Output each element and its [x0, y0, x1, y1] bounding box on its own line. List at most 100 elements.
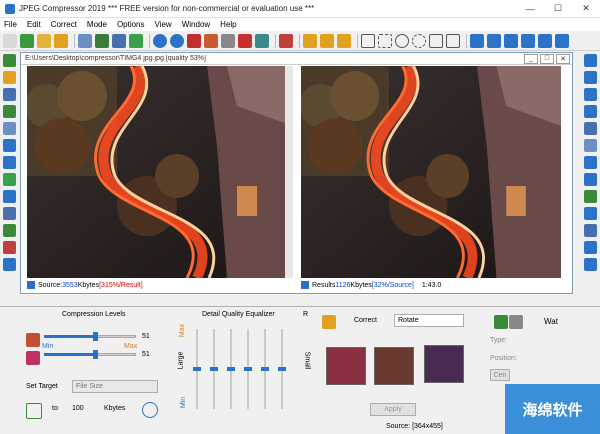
eye-icon[interactable]	[255, 33, 269, 48]
layout-5-icon[interactable]	[538, 33, 552, 48]
layout-4-icon[interactable]	[521, 33, 535, 48]
preview-thumb-1[interactable]	[326, 347, 366, 385]
maximize-button[interactable]: ☐	[544, 0, 572, 18]
preview-thumb-3[interactable]	[424, 345, 464, 383]
compression-value-2[interactable]: 51	[142, 351, 150, 358]
tool-7-icon[interactable]	[3, 156, 16, 169]
menu-edit[interactable]: Edit	[27, 20, 41, 29]
rtool-13-icon[interactable]	[584, 258, 597, 271]
new-icon[interactable]	[3, 33, 17, 48]
tool-13-icon[interactable]	[3, 258, 16, 271]
resize-icon[interactable]	[204, 33, 218, 48]
frame-icon[interactable]	[446, 33, 460, 48]
target-value[interactable]: 100	[72, 405, 84, 412]
layout-6-icon[interactable]	[555, 33, 569, 48]
source-unit: Kbytes	[77, 281, 100, 289]
watermark-settings-icon[interactable]	[509, 315, 523, 329]
batch-icon[interactable]	[112, 33, 126, 48]
layout-2-icon[interactable]	[487, 33, 501, 48]
target-icon[interactable]	[26, 403, 42, 419]
tool-2-icon[interactable]	[3, 71, 16, 84]
menu-view[interactable]: View	[155, 20, 172, 29]
close-button[interactable]: ✕	[572, 0, 600, 18]
tool-9-icon[interactable]	[3, 190, 16, 203]
info-icon[interactable]	[170, 33, 184, 48]
apply-button[interactable]: Apply	[370, 403, 416, 416]
zoom-icon[interactable]	[320, 33, 334, 48]
doc-close-button[interactable]: ✕	[556, 53, 570, 64]
doc-minimize-button[interactable]: _	[524, 53, 538, 64]
tool-3-icon[interactable]	[3, 88, 16, 101]
rtool-3-icon[interactable]	[584, 88, 597, 101]
layout-3-icon[interactable]	[504, 33, 518, 48]
rtool-5-icon[interactable]	[584, 122, 597, 135]
equalizer-thumb-3[interactable]	[227, 367, 235, 371]
tool-6-icon[interactable]	[3, 139, 16, 152]
equalizer-thumb-5[interactable]	[261, 367, 269, 371]
export-icon[interactable]	[95, 33, 109, 48]
source-scrollbar[interactable]	[285, 66, 293, 278]
preview-thumb-2[interactable]	[374, 347, 414, 385]
minimize-button[interactable]: —	[516, 0, 544, 18]
equalizer-thumb-6[interactable]	[278, 367, 286, 371]
rtool-2-icon[interactable]	[584, 71, 597, 84]
rtool-8-icon[interactable]	[584, 173, 597, 186]
select-dash-icon[interactable]	[378, 33, 392, 48]
compression-thumb-1[interactable]	[93, 332, 98, 341]
rtool-4-icon[interactable]	[584, 105, 597, 118]
target-select[interactable]: File Size	[72, 380, 158, 393]
equalizer-thumb-2[interactable]	[210, 367, 218, 371]
source-image-pane[interactable]	[27, 66, 293, 278]
folder-icon[interactable]	[54, 33, 68, 48]
menu-file[interactable]: File	[4, 20, 17, 29]
open-icon[interactable]	[20, 33, 34, 48]
apply-target-icon[interactable]	[142, 402, 158, 418]
rtool-7-icon[interactable]	[584, 156, 597, 169]
tool-4-icon[interactable]	[3, 105, 16, 118]
menu-help[interactable]: Help	[220, 20, 236, 29]
rotate-icon[interactable]	[221, 33, 235, 48]
equalizer-r: R	[303, 311, 309, 318]
doc-maximize-button[interactable]: □	[540, 53, 554, 64]
tool-12-icon[interactable]	[3, 241, 16, 254]
tool-11-icon[interactable]	[3, 224, 16, 237]
save-icon[interactable]	[37, 33, 51, 48]
rtool-9-icon[interactable]	[584, 190, 597, 203]
compression-thumb-2[interactable]	[93, 350, 98, 359]
tool-10-icon[interactable]	[3, 207, 16, 220]
flip-icon[interactable]	[238, 33, 252, 48]
document-title-bar: E:\Users\Desktop\compressor\TIMG4 jpg.jp…	[21, 53, 572, 65]
rtool-11-icon[interactable]	[584, 224, 597, 237]
menu-options[interactable]: Options	[117, 20, 145, 29]
hand-icon[interactable]	[303, 33, 317, 48]
grid-icon[interactable]	[429, 33, 443, 48]
source-ratio: [315%/Result]	[99, 281, 143, 289]
picker-icon[interactable]	[337, 33, 351, 48]
tool-8-icon[interactable]	[3, 173, 16, 186]
tool-1-icon[interactable]	[3, 54, 16, 67]
layout-1-icon[interactable]	[470, 33, 484, 48]
crop-icon[interactable]	[187, 33, 201, 48]
compression-value-1[interactable]: 51	[142, 333, 150, 340]
result-image-pane[interactable]	[301, 66, 561, 278]
menu-correct[interactable]: Correct	[51, 20, 77, 29]
equalizer-thumb-4[interactable]	[244, 367, 252, 371]
wand-icon[interactable]	[279, 33, 293, 48]
watermark-center-button[interactable]: Cen	[490, 369, 510, 381]
rtool-12-icon[interactable]	[584, 241, 597, 254]
rtool-6-icon[interactable]	[584, 139, 597, 152]
menu-mode[interactable]: Mode	[87, 20, 107, 29]
correct-icon	[322, 315, 336, 329]
print-icon[interactable]	[78, 33, 92, 48]
equalizer-thumb-1[interactable]	[193, 367, 201, 371]
tool-5-icon[interactable]	[3, 122, 16, 135]
select-circle-icon[interactable]	[412, 33, 426, 48]
correct-select[interactable]: Rotate	[394, 314, 464, 327]
help-icon[interactable]	[153, 33, 167, 48]
menu-window[interactable]: Window	[182, 20, 210, 29]
refresh-icon[interactable]	[129, 33, 143, 48]
rtool-10-icon[interactable]	[584, 207, 597, 220]
rtool-1-icon[interactable]	[584, 54, 597, 67]
select-rect-icon[interactable]	[361, 33, 375, 48]
select-ellipse-icon[interactable]	[395, 33, 409, 48]
